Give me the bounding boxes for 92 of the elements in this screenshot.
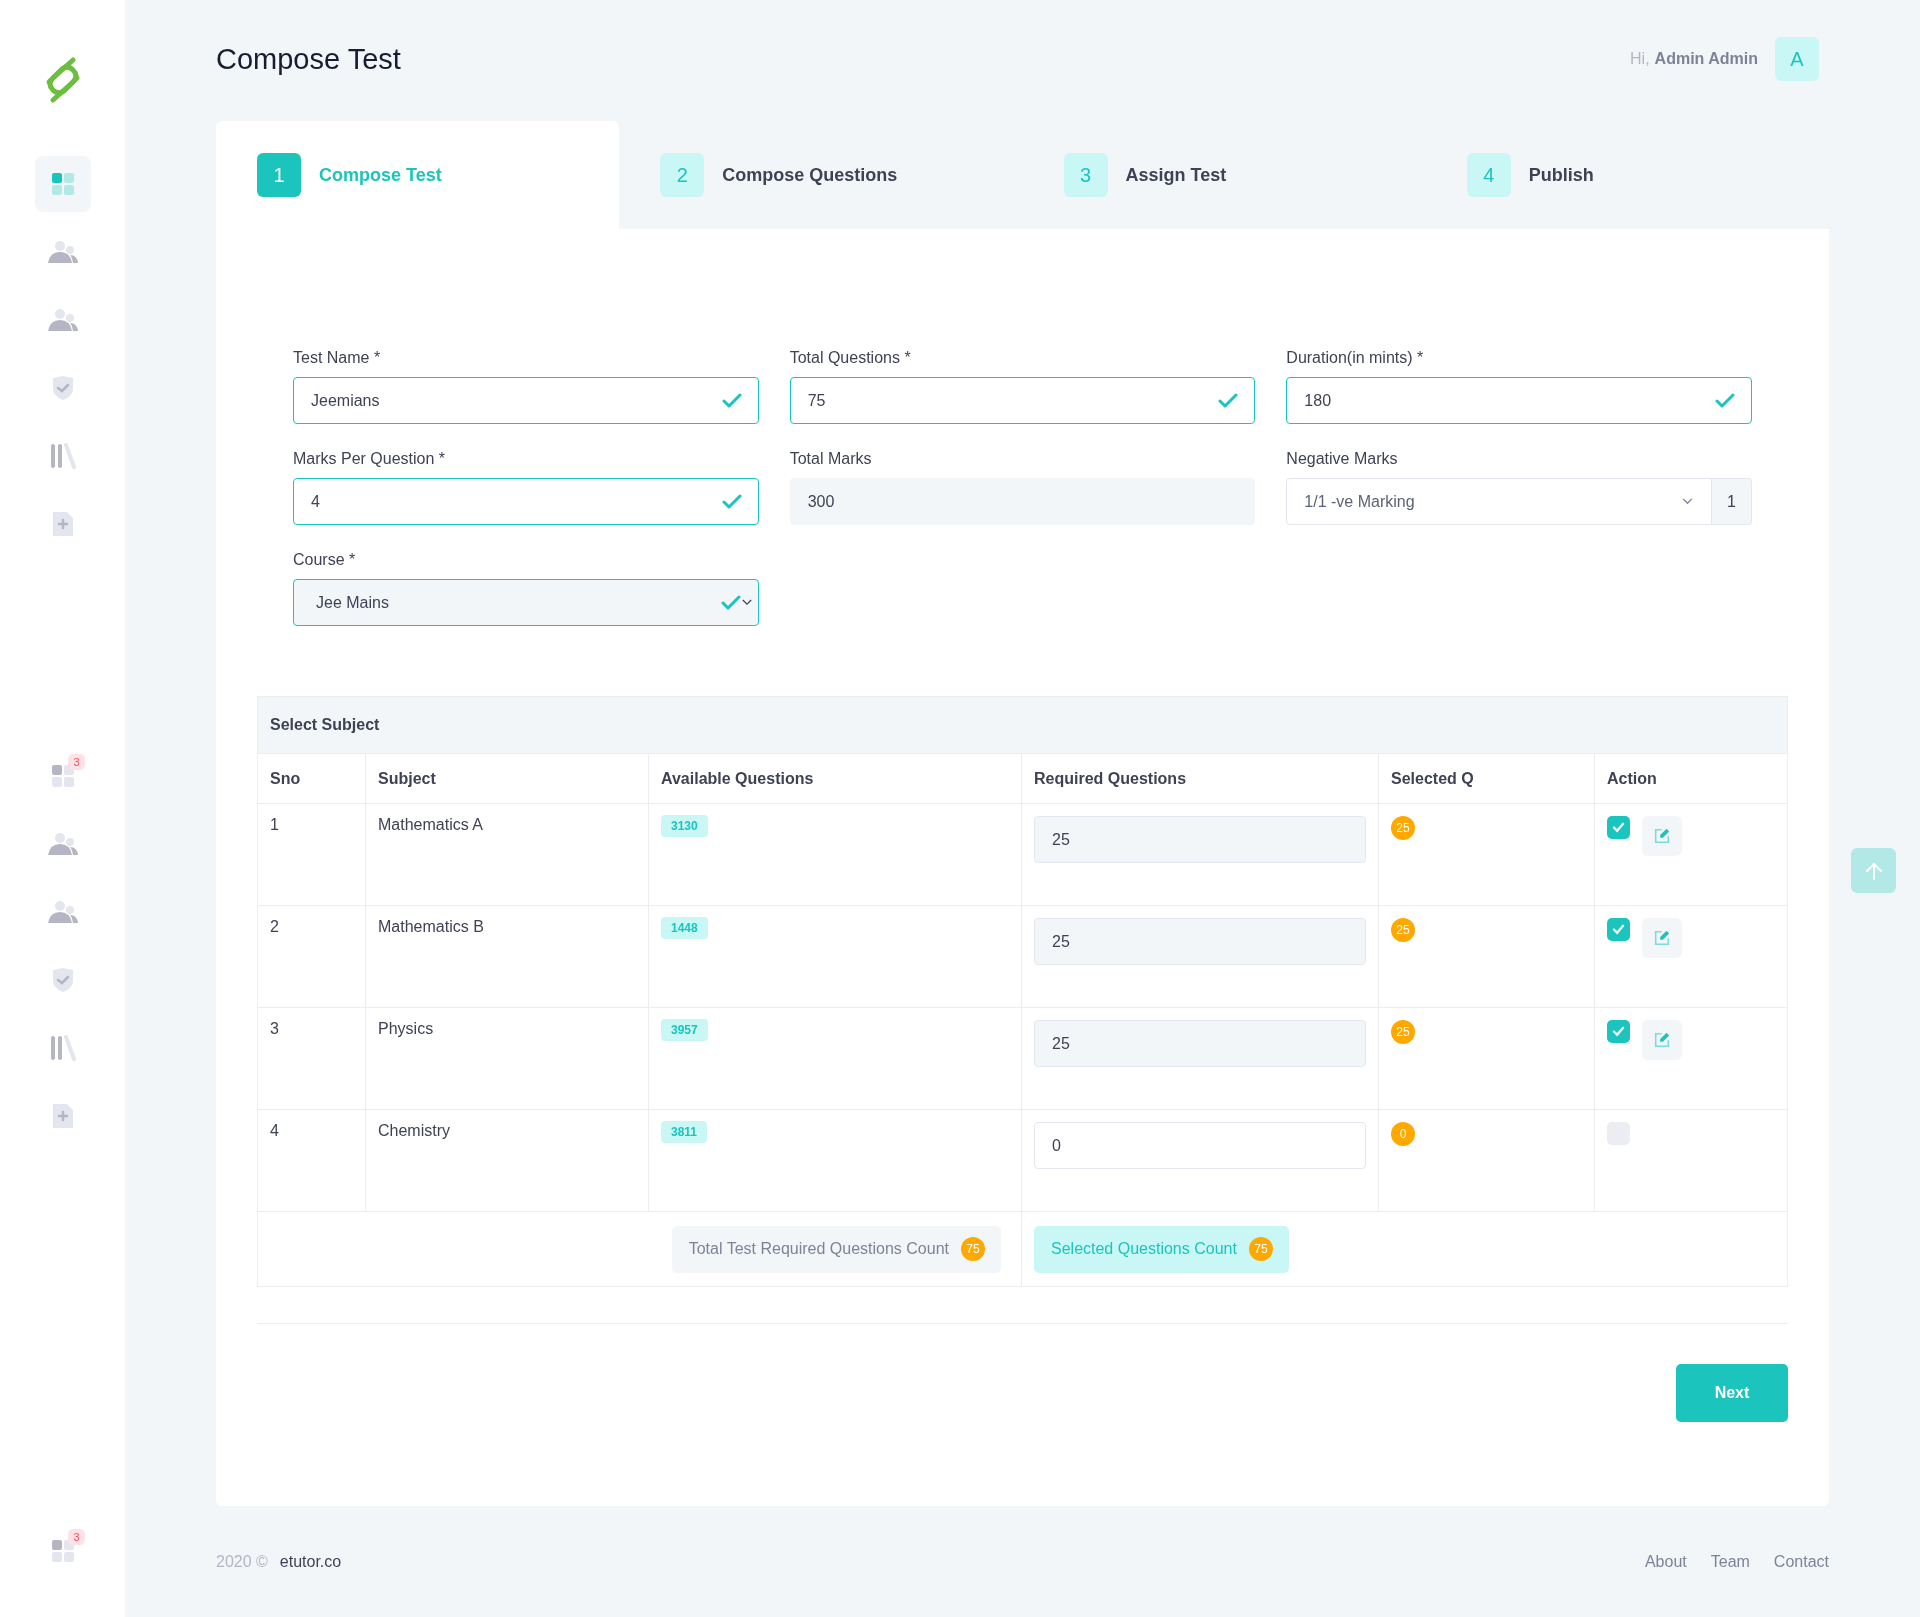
table-cell: Chemistry — [365, 1110, 648, 1211]
chevron-down-icon — [1682, 498, 1693, 505]
footer-link[interactable]: Contact — [1773, 1552, 1829, 1571]
edit-button[interactable] — [1642, 918, 1682, 958]
table-cell: Mathematics A — [365, 804, 648, 905]
input-field[interactable]: 180 — [1286, 377, 1752, 424]
brand-link[interactable]: etutor.co — [279, 1552, 342, 1571]
step-number: 2 — [660, 153, 705, 197]
step-tab[interactable]: 2 Compose Questions — [619, 121, 1023, 229]
file-plus-icon — [51, 511, 74, 537]
select-field[interactable]: Jee Mains — [293, 579, 759, 626]
field-label: Total Questions * — [789, 349, 912, 367]
scroll-top-button[interactable] — [1851, 848, 1896, 893]
table-cell: Physics — [365, 1008, 648, 1109]
edit-icon — [1653, 929, 1671, 947]
column-header: Available Questions — [648, 754, 1021, 803]
notification-badge: 3 — [68, 1529, 85, 1545]
selected-count-label: Selected Questions Count 75 — [1034, 1225, 1289, 1273]
field-label: Total Marks — [789, 450, 873, 468]
addon-value: 1 — [1712, 478, 1752, 525]
file-plus-icon — [51, 1103, 74, 1129]
chevron-down-icon — [741, 599, 752, 606]
page-title: Compose Test — [216, 42, 401, 76]
people-icon — [46, 832, 79, 856]
count-badge: 25 — [1391, 918, 1415, 942]
user-name: Admin Admin — [1654, 50, 1758, 68]
check-icon — [1612, 1026, 1625, 1037]
column-header: Sno — [269, 768, 302, 789]
check-icon — [720, 594, 741, 611]
shield-icon — [51, 967, 74, 993]
check-icon — [1612, 924, 1625, 935]
field-label: Test Name * — [293, 349, 382, 367]
column-header: Subject — [365, 754, 648, 803]
count-badge: 25 — [1391, 1020, 1415, 1044]
count-badge: 25 — [1391, 816, 1415, 840]
checkbox[interactable] — [1607, 1020, 1630, 1043]
edit-icon — [1653, 1031, 1671, 1049]
input-field[interactable]: 300 — [789, 478, 1256, 525]
count-badge: 0 — [1391, 1122, 1415, 1146]
column-header: Selected Q — [1378, 754, 1594, 803]
people-icon — [46, 900, 79, 924]
table-caption: Select Subject — [258, 697, 1787, 753]
step-tab[interactable]: 4 Publish — [1425, 121, 1829, 229]
grid-icon — [50, 764, 75, 788]
edit-button[interactable] — [1642, 1020, 1682, 1060]
books-icon — [49, 443, 76, 469]
footer-link[interactable]: About — [1644, 1552, 1687, 1571]
check-icon — [1715, 392, 1735, 409]
input-field[interactable]: 4 — [293, 478, 759, 525]
input-field[interactable]: 0 — [1034, 1122, 1366, 1169]
count-badge: 1448 — [661, 917, 708, 939]
greeting-text: Hi, — [1630, 50, 1650, 68]
arrow-up-icon — [1863, 860, 1884, 881]
field-label: Marks Per Question * — [293, 450, 447, 468]
step-number: 1 — [257, 153, 301, 197]
field-label: Duration(in mints) * — [1286, 349, 1425, 367]
count-badge: 3957 — [661, 1019, 708, 1041]
check-icon — [721, 493, 742, 510]
people-icon — [46, 240, 79, 264]
table-cell-text: 4 — [269, 1121, 280, 1141]
people-icon — [46, 308, 79, 332]
count-badge: 3130 — [661, 815, 708, 837]
column-header: Required Questions — [1021, 754, 1378, 803]
table-cell-text: 3 — [269, 1019, 280, 1039]
grid-icon — [50, 1539, 75, 1563]
step-tab[interactable]: 3 Assign Test — [1022, 121, 1426, 229]
select-field[interactable]: 1/1 -ve Marking — [1286, 478, 1712, 525]
input-field[interactable]: 75 — [789, 377, 1256, 424]
books-icon — [49, 1035, 76, 1061]
field-label: Negative Marks — [1286, 450, 1399, 468]
required-count-label: Total Test Required Questions Count 75 — [671, 1225, 1001, 1273]
step-number: 3 — [1063, 153, 1108, 197]
check-icon — [721, 392, 742, 409]
step-number: 4 — [1466, 153, 1511, 197]
table-cell-text: 2 — [269, 917, 280, 937]
check-icon — [1612, 822, 1625, 833]
edit-button[interactable] — [1642, 816, 1682, 856]
copyright-year: 2020 © — [216, 1552, 268, 1571]
sidebar-item[interactable] — [34, 156, 91, 212]
table-cell: Mathematics B — [365, 906, 648, 1007]
table-cell-text: 1 — [269, 815, 280, 835]
notification-badge: 3 — [68, 754, 85, 770]
input-field[interactable]: Jeemians — [293, 377, 759, 424]
field-label: Course * — [293, 551, 357, 569]
checkbox[interactable] — [1607, 918, 1630, 941]
edit-icon — [1653, 827, 1671, 845]
checkbox[interactable] — [1607, 816, 1630, 839]
shield-icon — [51, 375, 74, 401]
column-header: Action — [1594, 754, 1787, 803]
check-icon — [1218, 392, 1239, 409]
grid-icon — [50, 172, 75, 196]
count-badge: 3811 — [661, 1121, 708, 1143]
